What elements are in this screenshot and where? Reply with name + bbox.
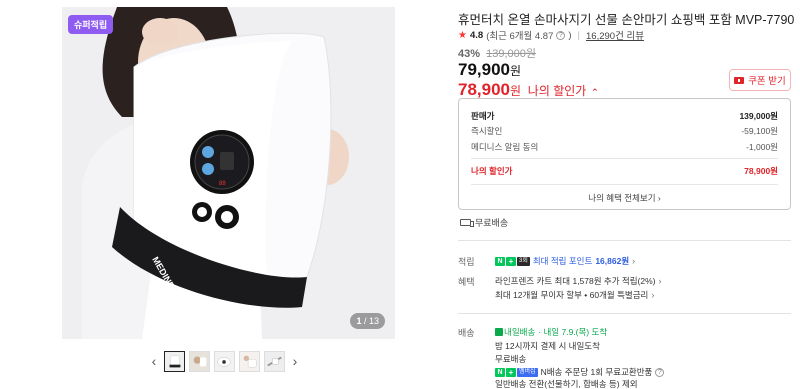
section-divider — [458, 313, 791, 314]
all-benefits-link[interactable]: 나의 혜택 전체보기 › — [459, 184, 790, 204]
help-icon[interactable]: ? — [655, 367, 665, 377]
rating-score: 4.8 — [469, 29, 484, 41]
naverpay-plus-badge: N +3회 — [495, 256, 530, 266]
breakdown-row-instant-discount: 즉시할인 -59,100원 — [471, 125, 778, 137]
caret-up-icon: ⌃ — [591, 87, 599, 97]
benefits-line-2-text: 최대 12개월 무이자 할부 • 60개월 특별금리 — [495, 290, 649, 300]
super-points-badge: 슈퍼적립 — [68, 15, 114, 34]
product-photo: MEDINESS 88 — [62, 7, 395, 339]
price-breakdown-box: 판매가 139,000원 즉시할인 -59,100원 메디니스 알림 동의 -1… — [458, 98, 791, 210]
thumbnail-prev-arrow-icon[interactable]: ‹ — [148, 353, 160, 369]
breakdown-value: 78,900원 — [744, 166, 778, 176]
points-row[interactable]: N +3회 최대 적립 포인트 16,862원 › — [495, 255, 635, 267]
free-shipping-row: 무료배송 — [460, 216, 508, 229]
image-counter: 1 / 13 — [350, 313, 385, 329]
delivery-eta-row[interactable]: 내일배송 · 내일 7.9.(목) 도착 — [495, 326, 607, 338]
tomorrow-delivery-badge: 내일배송 — [495, 326, 535, 338]
free-shipping-text: 무료배송 — [475, 218, 509, 228]
plus-icon: + — [506, 256, 516, 266]
discount-percent: 43% — [458, 48, 481, 60]
delivery-line-3: 무료배송 — [495, 354, 527, 364]
membership-tag: 멤버십 — [517, 367, 538, 377]
breakdown-value: 139,000원 — [739, 111, 778, 121]
product-main-image[interactable]: MEDINESS 88 슈퍼적립 1 / 13 — [62, 7, 395, 339]
help-icon[interactable]: ? — [556, 30, 566, 40]
section-divider — [458, 240, 791, 241]
breakdown-value: -59,100원 — [741, 126, 778, 136]
review-count-link[interactable]: 16,290건 리뷰 — [586, 28, 644, 42]
product-title: 휴먼터치 온열 손마사지기 선물 손안마기 쇼핑백 포함 MVP-7790 — [458, 13, 795, 27]
benefits-line-2[interactable]: 최대 12개월 무이자 할부 • 60개월 특별금리 › — [495, 289, 654, 301]
star-icon: ★ — [458, 29, 467, 41]
my-price-label: 나의 할인가 — [527, 84, 587, 98]
delivery-line-4[interactable]: N + 멤버십 N배송 주문당 1회 무료교환반품 ? — [495, 366, 665, 378]
rating-row: ★ 4.8 (최근 6개월 4.87 ? ) | 16,290건 리뷰 — [458, 28, 644, 43]
n-logo-icon: N — [495, 367, 505, 377]
tomorrow-delivery-text: 내일배송 — [504, 327, 536, 337]
coupon-button[interactable]: 쿠폰 받기 — [729, 69, 791, 91]
points-label: 적립 — [458, 257, 475, 267]
benefits-line-1[interactable]: 라인프렌즈 카트 최대 1,578원 추가 적립(2%) › — [495, 275, 662, 287]
chevron-right-icon: › — [651, 290, 655, 300]
naver-membership-badge: N + 멤버십 — [495, 367, 538, 377]
benefits-label: 혜택 — [458, 277, 475, 287]
breakdown-label: 즉시할인 — [471, 126, 503, 136]
thumbnail-1[interactable] — [164, 350, 185, 372]
my-discount-price[interactable]: 78,900원 나의 할인가 ⌃ — [458, 80, 599, 100]
chevron-right-icon: › — [658, 276, 662, 286]
chevron-right-icon: › — [632, 256, 636, 266]
sale-price-unit: 원 — [510, 64, 522, 78]
rating-recent-end: ) — [568, 29, 572, 41]
breakdown-value: -1,000원 — [746, 142, 778, 152]
delivery-line-4-text: N배송 주문당 1회 무료교환반품 — [540, 367, 653, 377]
benefits-line-1-text: 라인프렌즈 카트 최대 1,578원 추가 적립(2%) — [495, 276, 656, 286]
breakdown-label: 메디니스 알림 동의 — [471, 142, 539, 152]
delivery-eta: · 내일 7.9.(목) 도착 — [538, 327, 608, 337]
discount-row: 43% 139,000원 — [458, 45, 536, 61]
n-logo-icon: N — [495, 256, 505, 266]
thumbnail-3[interactable] — [214, 350, 235, 372]
breakdown-label: 판매가 — [471, 111, 495, 121]
breakdown-row-list-price: 판매가 139,000원 — [471, 110, 778, 122]
divider: | — [577, 29, 581, 41]
image-counter-total: / 13 — [363, 316, 379, 326]
coupon-button-label: 쿠폰 받기 — [748, 76, 786, 87]
thumbnail-5[interactable] — [264, 350, 285, 372]
sale-price: 79,900원 — [458, 60, 521, 80]
thumbnail-4[interactable] — [239, 350, 260, 372]
image-counter-current: 1 — [356, 316, 362, 326]
thumbnail-2[interactable] — [189, 350, 210, 372]
svg-text:88: 88 — [219, 181, 226, 187]
points-badge-tag: 3회 — [517, 256, 530, 266]
my-price-value: 78,900 — [458, 80, 510, 99]
sale-price-value: 79,900 — [458, 60, 510, 79]
delivery-line-5: 일반배송 전환(선물하기, 합배송 등) 제외 — [495, 379, 638, 389]
rating-recent: (최근 6개월 4.87 — [486, 31, 554, 42]
points-amount: 16,862원 — [595, 256, 630, 266]
delivery-label: 배송 — [458, 328, 475, 338]
delivery-arrow-icon — [495, 328, 503, 336]
plus-icon: + — [506, 367, 516, 377]
breakdown-divider — [471, 158, 778, 159]
original-price: 139,000원 — [486, 48, 536, 60]
breakdown-label: 나의 할인가 — [471, 166, 513, 176]
points-text: 최대 적립 포인트 — [532, 256, 593, 266]
breakdown-row-alert-consent: 메디니스 알림 동의 -1,000원 — [471, 141, 778, 153]
coupon-icon — [734, 76, 745, 84]
truck-icon — [460, 219, 474, 227]
breakdown-row-my-price: 나의 할인가 78,900원 — [471, 165, 778, 177]
thumbnail-next-arrow-icon[interactable]: › — [289, 353, 301, 369]
my-price-unit: 원 — [510, 84, 522, 98]
delivery-line-2: 밤 12시까지 결제 시 내일도착 — [495, 341, 600, 351]
thumbnail-strip: ‹ › — [148, 349, 308, 373]
